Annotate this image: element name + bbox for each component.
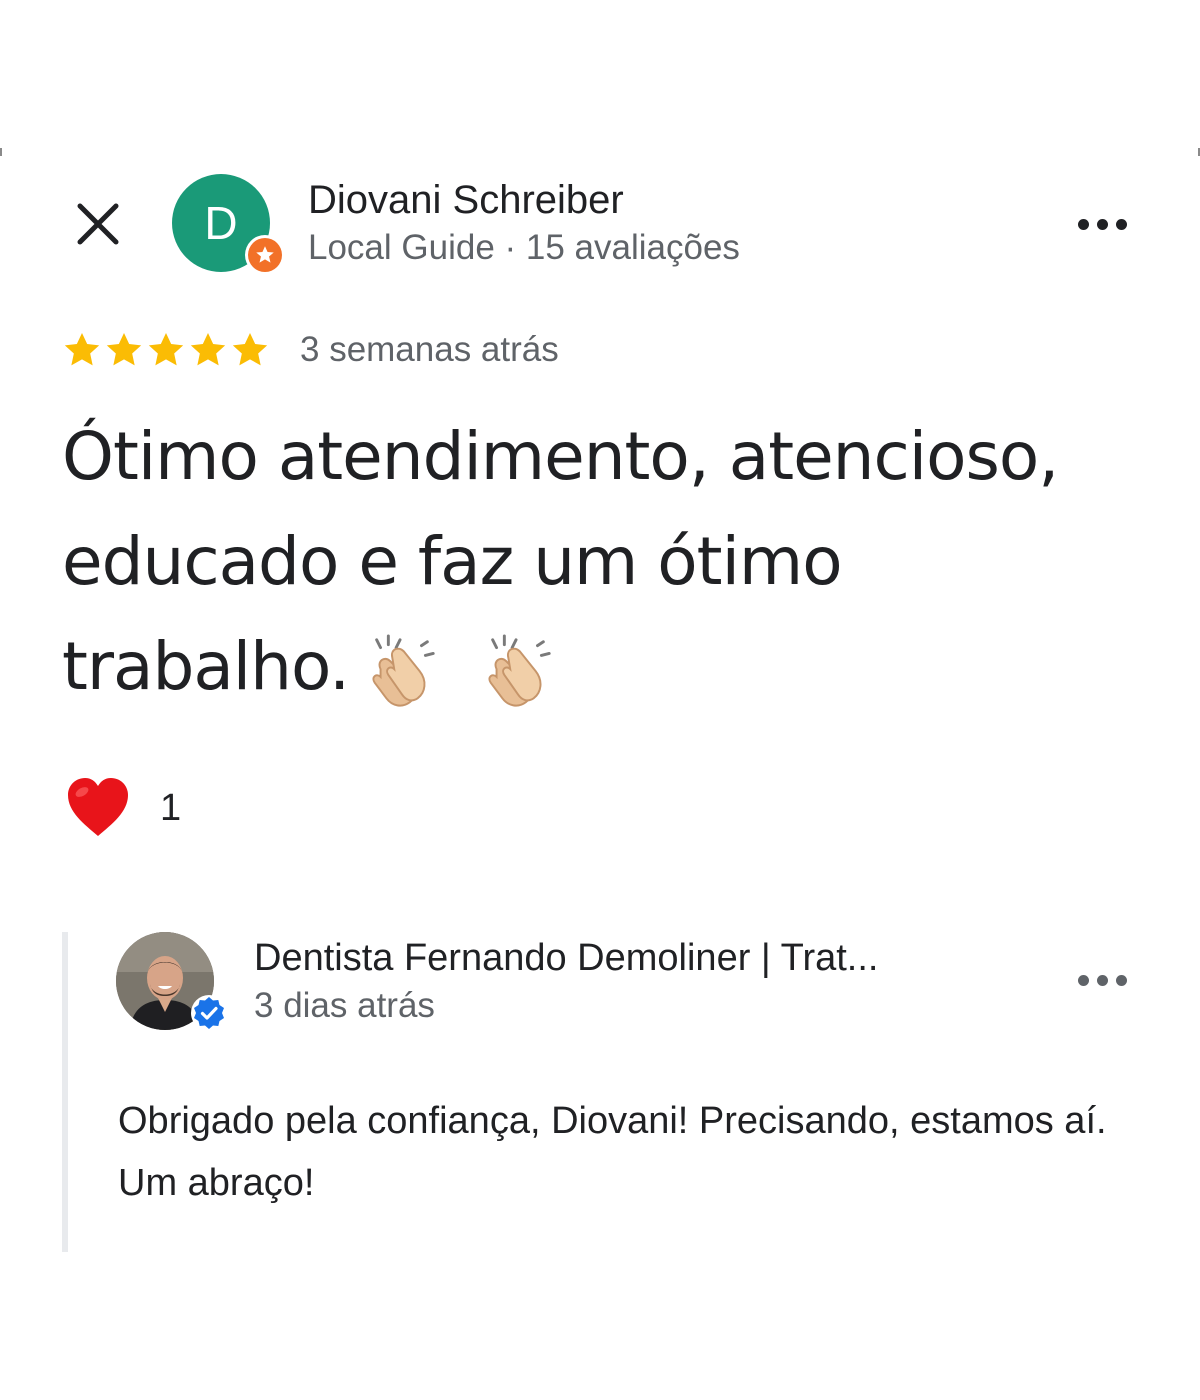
close-icon	[77, 203, 119, 245]
star-icon	[104, 330, 144, 370]
clapping-hands-icon	[488, 634, 551, 707]
star-icon	[188, 330, 228, 370]
reaction-button[interactable]: 1	[62, 772, 181, 844]
reply-divider-bar	[62, 932, 68, 1252]
review-more-button[interactable]	[1070, 204, 1134, 244]
clapping-hands-icon	[372, 634, 435, 707]
reviewer-name[interactable]: Diovani Schreiber	[308, 176, 624, 224]
star-icon	[230, 330, 270, 370]
reply-more-button[interactable]	[1070, 960, 1134, 1000]
review-text: Ótimo atendimento, atencioso, educado e …	[62, 404, 1152, 719]
verified-check-icon	[191, 995, 227, 1031]
reviewer-avatar[interactable]: D	[172, 174, 285, 275]
star-rating	[62, 330, 270, 370]
close-button[interactable]	[70, 196, 126, 252]
review-text-line-last: trabalho.	[62, 614, 1152, 719]
star-icon	[62, 330, 102, 370]
rating-row: 3 semanas atrás	[62, 326, 559, 374]
more-horizontal-icon	[1077, 218, 1089, 230]
more-horizontal-icon	[1077, 974, 1089, 986]
verified-badge	[190, 994, 228, 1032]
reviewer-meta: Local Guide · 15 avaliações	[308, 228, 740, 267]
review-text-line: educado e faz um ótimo	[62, 523, 843, 600]
star-icon	[146, 330, 186, 370]
local-guide-star-icon	[256, 246, 274, 263]
review-text-line: trabalho.	[62, 628, 350, 705]
owner-reply-time: 3 dias atrás	[254, 986, 435, 1025]
heart-icon	[62, 772, 134, 844]
owner-reply-text: Obrigado pela confiança, Diovani! Precis…	[118, 1100, 1107, 1204]
owner-avatar[interactable]	[116, 932, 228, 1032]
review-text-line: Ótimo atendimento, atencioso,	[62, 418, 1059, 495]
local-guide-badge	[245, 235, 285, 275]
reaction-count: 1	[160, 786, 182, 829]
owner-name[interactable]: Dentista Fernando Demoliner | Trat...	[254, 934, 1014, 982]
frame-corner-left	[0, 148, 2, 156]
review-time: 3 semanas atrás	[300, 330, 559, 369]
